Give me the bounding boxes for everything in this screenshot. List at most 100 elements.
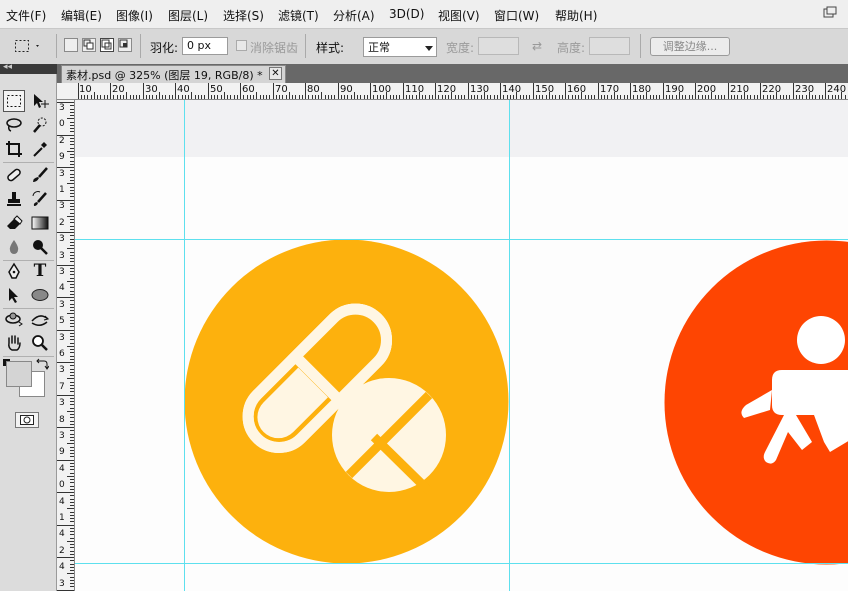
tools-panel-header[interactable]: ◂◂ bbox=[0, 62, 57, 74]
ruler-label: 1 bbox=[59, 185, 65, 195]
ruler-label: 3 bbox=[59, 234, 65, 245]
refine-edge-button[interactable]: 调整边缘... bbox=[650, 37, 730, 56]
dodge-tool[interactable] bbox=[29, 236, 51, 258]
ruler-tick bbox=[70, 355, 74, 357]
add-to-selection-button[interactable] bbox=[82, 38, 96, 52]
quick-mask-button[interactable] bbox=[15, 412, 39, 428]
gradient-tool[interactable] bbox=[29, 212, 51, 234]
pill-icon[interactable] bbox=[184, 239, 509, 564]
stamp-icon bbox=[7, 192, 21, 206]
swap-dimensions-icon[interactable]: ⇄ bbox=[532, 39, 542, 53]
ruler-tick bbox=[233, 95, 235, 99]
ruler-tick bbox=[503, 95, 505, 99]
width-input[interactable] bbox=[478, 37, 519, 55]
ruler-label: 3 bbox=[59, 299, 65, 310]
ruler-tick bbox=[70, 287, 74, 289]
rectangular-marquee-tool[interactable] bbox=[3, 90, 25, 112]
3d-orbit-tool[interactable] bbox=[29, 308, 51, 330]
tool-preset-picker[interactable] bbox=[14, 38, 39, 54]
collapse-panel-icon[interactable]: ◂◂ bbox=[3, 62, 12, 72]
guide-horizontal[interactable] bbox=[75, 563, 848, 564]
menu-select[interactable]: 选择(S) bbox=[223, 7, 264, 24]
menu-view[interactable]: 视图(V) bbox=[438, 7, 480, 24]
ruler-tick bbox=[438, 95, 440, 99]
spot-healing-brush-tool[interactable] bbox=[3, 164, 25, 186]
eyedropper-tool[interactable] bbox=[29, 138, 51, 160]
menu-layer[interactable]: 图层(L) bbox=[168, 7, 208, 24]
ruler-tick bbox=[288, 92, 290, 99]
ruler-tick bbox=[155, 95, 157, 99]
pen-icon bbox=[8, 262, 20, 279]
menu-edit[interactable]: 编辑(E) bbox=[61, 7, 102, 24]
3d-orbit-icon bbox=[31, 315, 49, 326]
ruler-tick bbox=[217, 95, 219, 99]
ruler-tick bbox=[402, 83, 404, 99]
ruler-label: 210 bbox=[730, 84, 750, 95]
ruler-tick bbox=[220, 95, 222, 99]
quick-selection-tool[interactable] bbox=[29, 114, 51, 136]
menu-3d[interactable]: 3D(D) bbox=[389, 7, 424, 21]
ruler-label: 6 bbox=[59, 349, 65, 359]
hand-tool[interactable] bbox=[3, 332, 25, 354]
ruler-tick bbox=[57, 427, 74, 428]
ruler-tick bbox=[441, 95, 443, 99]
type-tool[interactable]: T bbox=[29, 260, 51, 282]
foreground-color-swatch[interactable] bbox=[6, 361, 32, 387]
ruler-tick bbox=[70, 537, 74, 539]
document-tab[interactable]: 素材.psd @ 325% (图层 19, RGB/8) * ✕ bbox=[61, 65, 286, 83]
ellipse-tool[interactable] bbox=[29, 284, 51, 306]
ruler-label: 2 bbox=[59, 545, 65, 556]
ruler-tick bbox=[70, 449, 74, 451]
blur-tool[interactable] bbox=[3, 236, 25, 258]
ruler-tick bbox=[682, 95, 683, 99]
ruler-tick bbox=[552, 95, 553, 99]
zoom-tool[interactable] bbox=[29, 332, 51, 354]
height-input[interactable] bbox=[589, 37, 630, 55]
ruler-tick bbox=[714, 95, 716, 99]
eraser-tool[interactable] bbox=[3, 212, 25, 234]
ruler-tick bbox=[70, 310, 74, 311]
ruler-tick bbox=[142, 83, 144, 99]
ruler-tick bbox=[67, 313, 74, 315]
style-select[interactable]: 正常 bbox=[363, 37, 437, 57]
ruler-label: 220 bbox=[762, 84, 782, 95]
menu-window[interactable]: 窗口(W) bbox=[494, 7, 539, 24]
ruler-tick bbox=[70, 414, 74, 415]
ruler-tick bbox=[70, 352, 74, 354]
guide-horizontal[interactable] bbox=[75, 239, 848, 240]
history-brush-tool[interactable] bbox=[29, 188, 51, 210]
move-tool[interactable] bbox=[29, 90, 51, 112]
new-selection-button[interactable] bbox=[64, 38, 78, 52]
menu-filter[interactable]: 滤镜(T) bbox=[278, 7, 319, 24]
baby-icon[interactable] bbox=[664, 240, 848, 565]
menu-help[interactable]: 帮助(H) bbox=[555, 7, 597, 24]
antialias-checkbox[interactable] bbox=[236, 40, 247, 51]
pen-tool[interactable] bbox=[3, 260, 25, 282]
horizontal-ruler[interactable]: 10 20 30 40 50 60 70 80 90 100 110 120 1… bbox=[57, 83, 848, 100]
3d-rotate-tool[interactable] bbox=[3, 308, 25, 330]
menu-image[interactable]: 图像(I) bbox=[116, 7, 153, 24]
guide-vertical[interactable] bbox=[184, 100, 185, 591]
swap-colors-icon[interactable] bbox=[35, 358, 50, 370]
brush-tool[interactable] bbox=[29, 164, 51, 186]
ruler-tick bbox=[70, 303, 74, 305]
feather-label: 羽化: bbox=[150, 41, 179, 55]
ruler-tick bbox=[67, 573, 74, 575]
intersect-selection-button[interactable] bbox=[118, 38, 132, 52]
lasso-tool[interactable] bbox=[3, 114, 25, 136]
document-canvas[interactable] bbox=[75, 100, 848, 591]
close-tab-icon[interactable]: ✕ bbox=[269, 67, 282, 80]
vertical-ruler[interactable]: 3 0 2 9 3 1 3 2 3 3 3 4 3 5 3 6 3 7 3 8 3 9 4 0 4 1 4 2 4 3 bbox=[57, 100, 75, 591]
clone-stamp-tool[interactable] bbox=[3, 188, 25, 210]
separator bbox=[56, 34, 57, 58]
workspace-restore-icon[interactable] bbox=[822, 6, 838, 20]
crop-tool[interactable] bbox=[3, 138, 25, 160]
subtract-from-selection-button[interactable] bbox=[100, 38, 114, 52]
menu-analysis[interactable]: 分析(A) bbox=[333, 7, 375, 24]
guide-vertical[interactable] bbox=[509, 100, 510, 591]
path-selection-tool[interactable] bbox=[3, 284, 25, 306]
ruler-tick bbox=[802, 95, 804, 99]
ruler-tick bbox=[175, 83, 176, 99]
feather-input[interactable]: 0 px bbox=[182, 37, 228, 55]
menu-file[interactable]: 文件(F) bbox=[6, 7, 46, 24]
